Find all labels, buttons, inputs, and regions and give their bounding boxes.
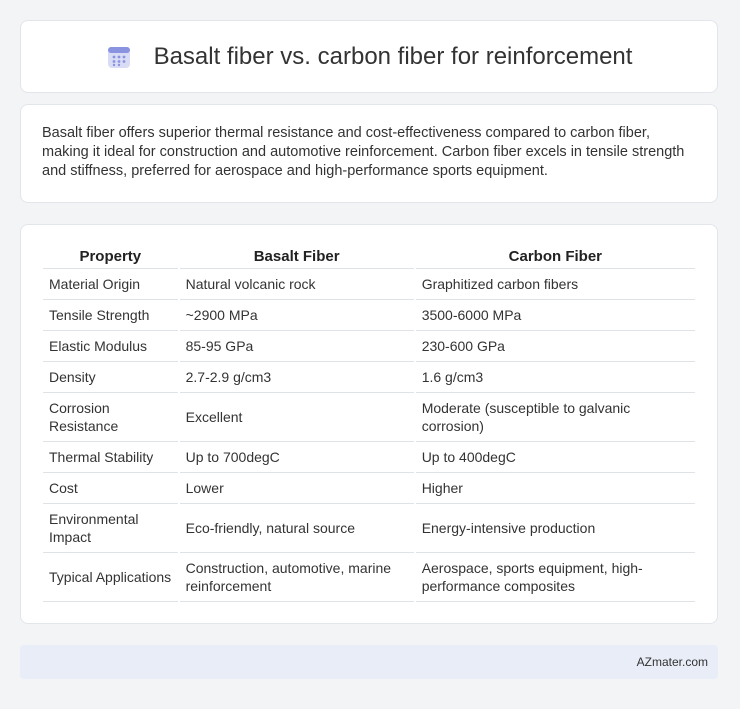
page-title: Basalt fiber vs. carbon fiber for reinfo… — [153, 42, 633, 70]
row-property: Material Origin — [43, 268, 178, 299]
column-header-property: Property — [79, 248, 142, 265]
footer-brand: AZmater.com — [636, 655, 708, 669]
row-carbon-value: Up to 400degC — [415, 441, 695, 472]
row-basalt-value: 2.7-2.9 g/cm3 — [179, 361, 414, 392]
footer: AZmater.com — [20, 645, 718, 679]
row-carbon-value: Energy-intensive production — [415, 503, 695, 552]
comparison-table-card: Property Basalt Fiber Carbon Fiber Mater… — [20, 224, 718, 624]
table-row: Corrosion Resistance Excellent Moderate … — [43, 392, 695, 441]
row-carbon-value: Moderate (susceptible to galvanic corros… — [415, 392, 695, 441]
row-carbon-value: Aerospace, sports equipment, high-perfor… — [415, 552, 695, 602]
row-basalt-value: ~2900 MPa — [179, 299, 414, 330]
row-basalt-value: Excellent — [179, 392, 414, 441]
table-row: Cost Lower Higher — [43, 472, 695, 503]
row-carbon-value: 3500-6000 MPa — [415, 299, 695, 330]
row-property: Density — [43, 361, 178, 392]
row-property: Corrosion Resistance — [43, 392, 178, 441]
table-header-row: Property Basalt Fiber Carbon Fiber — [43, 245, 695, 268]
table-row: Environmental Impact Eco-friendly, natur… — [43, 503, 695, 552]
row-basalt-value: 85-95 GPa — [179, 330, 414, 361]
row-property: Elastic Modulus — [43, 330, 178, 361]
table-row: Thermal Stability Up to 700degC Up to 40… — [43, 441, 695, 472]
table-row: Elastic Modulus 85-95 GPa 230-600 GPa — [43, 330, 695, 361]
row-carbon-value: Graphitized carbon fibers — [415, 268, 695, 299]
row-carbon-value: 1.6 g/cm3 — [415, 361, 695, 392]
table-row: Density 2.7-2.9 g/cm3 1.6 g/cm3 — [43, 361, 695, 392]
summary-card: Basalt fiber offers superior thermal res… — [20, 104, 718, 203]
row-property: Tensile Strength — [43, 299, 178, 330]
row-property: Thermal Stability — [43, 441, 178, 472]
row-property: Cost — [43, 472, 178, 503]
title-card: Basalt fiber vs. carbon fiber for reinfo… — [20, 20, 718, 93]
comparison-table: Property Basalt Fiber Carbon Fiber Mater… — [41, 245, 697, 602]
row-basalt-value: Construction, automotive, marine reinfor… — [179, 552, 414, 602]
row-property: Environmental Impact — [43, 503, 178, 552]
row-carbon-value: Higher — [415, 472, 695, 503]
row-basalt-value: Up to 700degC — [179, 441, 414, 472]
row-carbon-value: 230-600 GPa — [415, 330, 695, 361]
column-header-carbon: Carbon Fiber — [508, 248, 603, 265]
table-row: Tensile Strength ~2900 MPa 3500-6000 MPa — [43, 299, 695, 330]
table-row: Material Origin Natural volcanic rock Gr… — [43, 268, 695, 299]
row-property: Typical Applications — [43, 552, 178, 602]
row-basalt-value: Natural volcanic rock — [179, 268, 414, 299]
calendar-icon — [107, 46, 130, 68]
row-basalt-value: Eco-friendly, natural source — [179, 503, 414, 552]
row-basalt-value: Lower — [179, 472, 414, 503]
table-row: Typical Applications Construction, autom… — [43, 552, 695, 602]
summary-text: Basalt fiber offers superior thermal res… — [42, 125, 685, 179]
column-header-basalt: Basalt Fiber — [253, 248, 340, 265]
